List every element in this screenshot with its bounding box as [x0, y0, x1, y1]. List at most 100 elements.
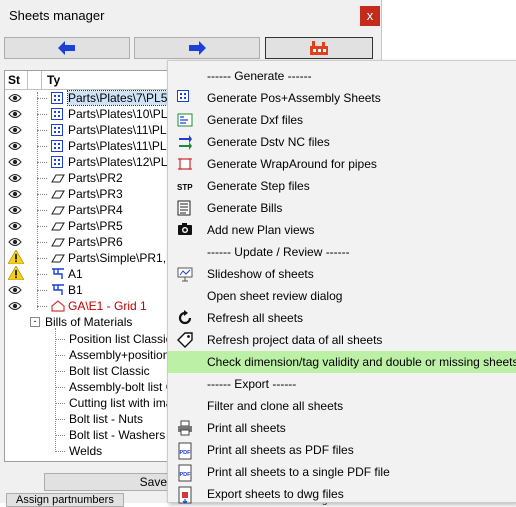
menu-item[interactable]: Print all sheets: [168, 417, 516, 439]
menu-item[interactable]: Slideshow of sheets: [168, 263, 516, 285]
camera-icon: [177, 222, 193, 238]
eye-icon[interactable]: [8, 108, 22, 122]
profile-icon: [51, 220, 65, 234]
column-st[interactable]: St: [8, 73, 20, 87]
warning-icon[interactable]: [7, 265, 25, 283]
profile-icon: [51, 236, 65, 250]
stp-icon: STP: [177, 178, 193, 194]
save-button[interactable]: Save: [44, 473, 174, 491]
menu-section-header: ------ Generate ------: [168, 65, 516, 87]
menu-item[interactable]: Generate Dxf files: [168, 109, 516, 131]
menu-item[interactable]: Refresh project data of all sheets: [168, 329, 516, 351]
tree-row-label: Parts\Plates\12\PL1: [68, 155, 175, 169]
eye-icon[interactable]: [8, 284, 22, 298]
context-menu: ------ Generate ------ Generate Pos+Assem…: [167, 60, 516, 505]
svg-text:STP: STP: [177, 183, 193, 192]
dxf-icon: [177, 112, 193, 128]
menu-item[interactable]: Generate Bills: [168, 197, 516, 219]
arrow-left-icon: [58, 41, 75, 55]
profile-icon: [51, 252, 65, 266]
menu-item[interactable]: Filter and clone all sheets: [168, 395, 516, 417]
menu-section-header: ------ Export ------: [168, 373, 516, 395]
grid-icon: [51, 92, 63, 107]
menu-item[interactable]: Generate Dstv NC files: [168, 131, 516, 153]
eye-icon[interactable]: [8, 124, 22, 138]
forward-button[interactable]: [134, 37, 260, 59]
menu-item-label: Generate Dxf files: [207, 113, 304, 127]
assign-partnumbers-button[interactable]: Assign partnumbers: [6, 493, 124, 507]
tree-row-label: Parts\Plates\11\PL3: [68, 123, 174, 137]
eye-icon[interactable]: [8, 92, 22, 106]
profile-icon: [51, 172, 65, 186]
eye-icon[interactable]: [8, 220, 22, 234]
svg-text:PDF: PDF: [180, 472, 192, 478]
menu-item[interactable]: Add new Plan views: [168, 219, 516, 241]
bom-item-label: Welds: [69, 444, 103, 458]
bom-item-label: Bolt list - Washers: [69, 428, 166, 442]
menu-item[interactable]: Export sheets to dwg files: [168, 483, 516, 505]
bom-item-label: Bolt list Classic: [69, 364, 150, 378]
grid-icon: [177, 90, 193, 106]
eye-icon[interactable]: [8, 300, 22, 314]
tree-row-label: Parts\PR2: [68, 171, 123, 185]
menu-item-label: Refresh all sheets: [207, 311, 304, 325]
menu-item[interactable]: STP Generate Step files: [168, 175, 516, 197]
menu-item-label: Print all sheets: [207, 421, 286, 435]
arrow-right-icon: [189, 41, 206, 55]
menu-item-label: Check dimension/tag validity and double …: [207, 355, 516, 369]
tag-icon: [177, 332, 193, 348]
menu-item-label: Generate WrapAround for pipes: [207, 157, 377, 171]
menu-item[interactable]: PDF Print all sheets to a single PDF file: [168, 461, 516, 483]
menu-item-label: Generate Pos+Assembly Sheets: [207, 91, 381, 105]
menu-item[interactable]: Check dimension/tag validity and double …: [168, 351, 516, 373]
menu-item-label: Export sheets to dwg files: [207, 487, 344, 501]
title-bar: Sheets manager x: [0, 0, 381, 32]
menu-item[interactable]: Generate WrapAround for pipes: [168, 153, 516, 175]
pdf-icon: PDF: [177, 464, 193, 482]
menu-item[interactable]: Generate Pos+Assembly Sheets: [168, 87, 516, 109]
close-button[interactable]: x: [360, 6, 380, 26]
menu-item[interactable]: Open sheet review dialog: [168, 285, 516, 307]
profile-icon: [51, 204, 65, 218]
bill-icon: [177, 200, 193, 216]
profile-icon: [51, 188, 65, 202]
tree-row-label: Parts\PR6: [68, 235, 123, 249]
menu-item-label: Refresh project data of all sheets: [207, 333, 383, 347]
tree-row-label: GA\E1 - Grid 1: [68, 299, 147, 313]
factory-icon: [310, 41, 328, 55]
grid-icon: [51, 156, 63, 171]
svg-text:PDF: PDF: [180, 450, 192, 456]
menu-item-label: ------ Generate ------: [207, 69, 312, 83]
menu-item-label: ------ Export ------: [207, 377, 297, 391]
bom-item-label: Bolt list - Nuts: [69, 412, 144, 426]
eye-icon[interactable]: [8, 188, 22, 202]
eye-icon[interactable]: [8, 140, 22, 154]
tree-row-label: Parts\Plates\11\PL6: [68, 139, 174, 153]
tree-row-label: Parts\Plates\7\PL5,P: [67, 90, 180, 106]
pdf-icon: PDF: [177, 442, 193, 460]
tree-row-label: Parts\PR3: [68, 187, 123, 201]
house-icon: [51, 300, 65, 315]
menu-item[interactable]: Refresh all sheets: [168, 307, 516, 329]
eye-icon[interactable]: [8, 172, 22, 186]
generate-menu-button[interactable]: [265, 37, 373, 59]
menu-item-label: Generate Dstv NC files: [207, 135, 330, 149]
menu-item-label: Print all sheets to a single PDF file: [207, 465, 390, 479]
assembly-icon: [51, 284, 65, 299]
eye-icon[interactable]: [8, 204, 22, 218]
column-ty[interactable]: Ty: [47, 73, 60, 87]
menu-item[interactable]: PDF Print all sheets as PDF files: [168, 439, 516, 461]
tree-row-label: Parts\PR5: [68, 219, 123, 233]
printer-icon: [177, 420, 193, 436]
eye-icon[interactable]: [8, 156, 22, 170]
dstv-icon: [177, 134, 193, 150]
back-button[interactable]: [4, 37, 130, 59]
dwg-icon: [177, 486, 193, 504]
tree-row-label: Parts\PR4: [68, 203, 123, 217]
collapse-icon[interactable]: -: [30, 317, 40, 327]
tree-row-label: Parts\Simple\PR1,PF: [68, 251, 182, 265]
menu-item-label: Generate Step files: [207, 179, 310, 193]
eye-icon[interactable]: [8, 236, 22, 250]
refresh-icon: [177, 310, 193, 326]
warning-icon[interactable]: [7, 249, 25, 267]
